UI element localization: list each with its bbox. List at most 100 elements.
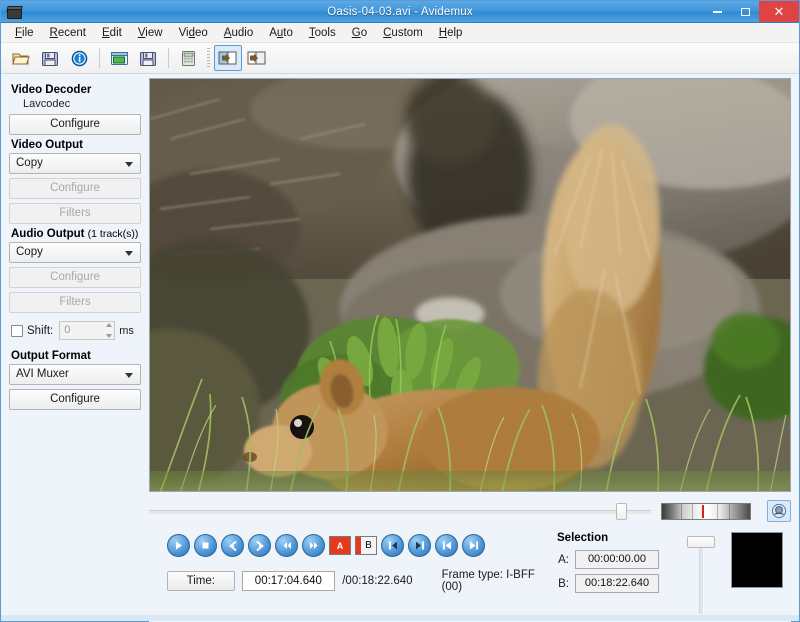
audio-output-filters-button[interactable]: Filters — [9, 292, 141, 313]
video-output-filters-button[interactable]: Filters — [9, 203, 141, 224]
audio-shift-value: 0 — [64, 324, 71, 336]
chevron-down-icon — [125, 373, 133, 378]
thumbnail-preview[interactable] — [731, 532, 783, 588]
seek-rail — [149, 510, 651, 515]
video-decoder-configure-button[interactable]: Configure — [9, 114, 141, 135]
next-frame-button[interactable] — [248, 534, 271, 557]
next-keyframe-button[interactable] — [462, 534, 485, 557]
sidebar: Video Decoder Lavcodec Configure Video O… — [1, 74, 149, 615]
video-output-title: Video Output — [11, 139, 83, 151]
seek-slider[interactable] — [149, 502, 651, 520]
video-output-selected-value: Copy — [16, 157, 43, 169]
chevron-down-icon — [125, 162, 133, 167]
menu-go[interactable]: Go — [344, 25, 375, 41]
audio-shift-stepper[interactable]: 0 — [59, 321, 116, 340]
audio-shift-checkbox[interactable] — [11, 324, 23, 337]
output-format-select[interactable]: AVI Muxer — [9, 364, 141, 385]
time-row: Time: 00:17:04.640 /00:18:22.640 Frame t… — [157, 557, 551, 593]
calculator-icon[interactable] — [174, 45, 202, 71]
video-output-select[interactable]: Copy — [9, 153, 141, 174]
time-button[interactable]: Time: — [167, 571, 235, 591]
title-bar: Oasis-04-03.avi - Avidemux ✕ — [1, 1, 799, 23]
info-icon[interactable] — [65, 45, 93, 71]
toolbar — [1, 43, 799, 74]
volume-slider[interactable] — [675, 532, 727, 622]
menu-help[interactable]: Help — [431, 25, 471, 41]
window-controls: ✕ — [703, 1, 799, 22]
previous-frame-button[interactable] — [221, 534, 244, 557]
menu-auto[interactable]: Auto — [261, 25, 301, 41]
menu-tools[interactable]: Tools — [301, 25, 344, 41]
menu-audio[interactable]: Audio — [216, 25, 261, 41]
selection-title: Selection — [557, 532, 609, 544]
minimize-button[interactable] — [703, 1, 731, 22]
output-format-title: Output Format — [11, 350, 91, 362]
go-to-marker-b-button[interactable] — [408, 534, 431, 557]
speaker-icon[interactable] — [767, 500, 791, 522]
menu-edit[interactable]: Edit — [94, 25, 130, 41]
marker-a-label: A — [330, 537, 350, 554]
menu-bar: File Recent Edit View Video Audio Auto T… — [1, 23, 799, 43]
open-file-icon[interactable] — [7, 45, 35, 71]
menu-recent[interactable]: Recent — [42, 25, 94, 41]
selection-a-label: A: — [558, 553, 569, 566]
stop-button[interactable] — [194, 534, 217, 557]
video-preview[interactable] — [149, 78, 791, 492]
frame-type-label: Frame type: I-BFF (00) — [441, 569, 535, 593]
menu-view[interactable]: View — [130, 25, 171, 41]
audio-output-track-count: (1 track(s)) — [87, 228, 139, 240]
output-format-configure-button[interactable]: Configure — [9, 389, 141, 410]
fast-forward-button[interactable] — [302, 534, 325, 557]
audio-output-configure-button[interactable]: Configure — [9, 267, 141, 288]
set-marker-a-icon[interactable] — [214, 45, 242, 71]
audio-level-meter[interactable] — [661, 502, 751, 520]
set-marker-b-icon[interactable] — [243, 45, 271, 71]
marker-b-button[interactable]: B — [355, 536, 377, 555]
stepper-arrows-icon[interactable] — [106, 323, 113, 338]
toolbar-separator-3 — [207, 48, 210, 68]
window-title: Oasis-04-03.avi - Avidemux — [327, 5, 473, 18]
close-button[interactable]: ✕ — [759, 1, 799, 22]
main-column: A B Time: 00:17:04.640 /00:18:22.640 Fra… — [149, 74, 799, 622]
video-decoder-title: Video Decoder — [11, 84, 92, 96]
volume-handle[interactable] — [687, 536, 715, 548]
output-format-selected-value: AVI Muxer — [16, 368, 69, 380]
seek-row — [149, 492, 791, 526]
audio-output-select[interactable]: Copy — [9, 242, 141, 263]
transport-area: A B Time: 00:17:04.640 /00:18:22.640 Fra… — [157, 526, 551, 622]
save-file-icon[interactable] — [36, 45, 64, 71]
audio-output-title-text: Audio Output — [11, 228, 85, 240]
previous-keyframe-button[interactable] — [435, 534, 458, 557]
maximize-button[interactable] — [731, 1, 759, 22]
video-decoder-codec: Lavcodec — [23, 98, 71, 110]
menu-file[interactable]: File — [7, 25, 42, 41]
current-time-field[interactable]: 00:17:04.640 — [241, 571, 336, 591]
seek-handle[interactable] — [615, 503, 627, 520]
marker-a-button[interactable]: A — [329, 536, 351, 555]
selection-block: Selection A: 00:00:00.00 B: 00:18:22.640 — [551, 532, 675, 622]
avidemux-window: Oasis-04-03.avi - Avidemux ✕ File Recent… — [0, 0, 800, 622]
audio-output-title: Audio Output (1 track(s)) — [11, 228, 141, 240]
chevron-down-icon — [125, 251, 133, 256]
audio-level-marker — [702, 504, 705, 518]
go-to-marker-a-button[interactable] — [381, 534, 404, 557]
save-video-icon[interactable] — [134, 45, 162, 71]
body-area: Video Decoder Lavcodec Configure Video O… — [1, 74, 799, 622]
rewind-button[interactable] — [275, 534, 298, 557]
menu-custom[interactable]: Custom — [375, 25, 431, 41]
menu-video[interactable]: Video — [171, 25, 216, 41]
toolbar-separator-1 — [99, 48, 100, 68]
selection-a-field[interactable]: 00:00:00.00 — [575, 550, 659, 569]
toolbar-separator-2 — [168, 48, 169, 68]
total-time-label: /00:18:22.640 — [342, 575, 413, 587]
play-button[interactable] — [167, 534, 190, 557]
selection-b-field[interactable]: 00:18:22.640 — [575, 574, 659, 593]
transport-controls: A B — [157, 526, 551, 557]
selection-a-row: A: 00:00:00.00 — [557, 550, 675, 569]
selection-b-label: B: — [558, 577, 569, 590]
selection-b-row: B: 00:18:22.640 — [557, 574, 675, 593]
audio-shift-label: Shift: — [27, 324, 54, 337]
open-video-icon[interactable] — [105, 45, 133, 71]
audio-shift-row: Shift: 0 ms — [11, 321, 141, 340]
video-output-configure-button[interactable]: Configure — [9, 178, 141, 199]
